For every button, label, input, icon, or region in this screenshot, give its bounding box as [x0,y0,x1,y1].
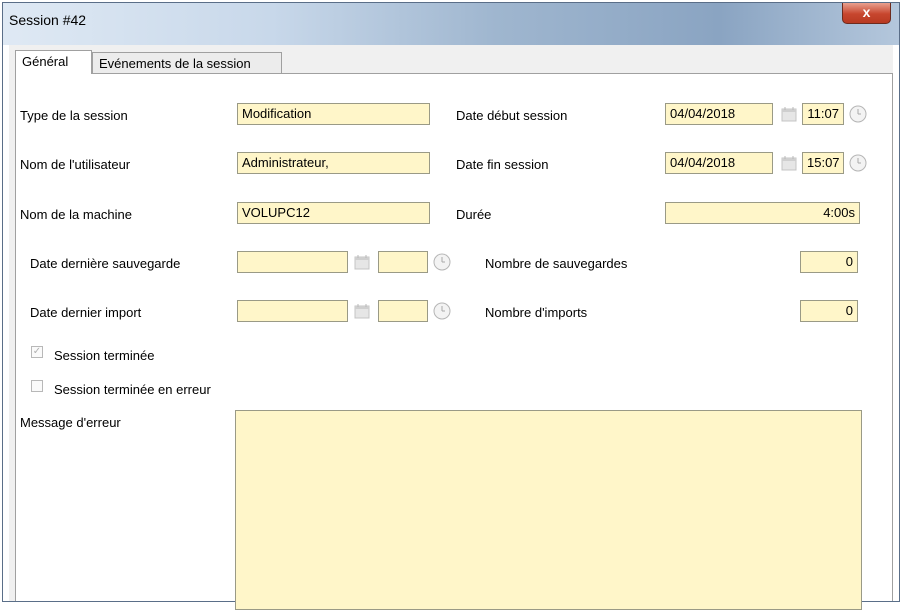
tab-session-events[interactable]: Evénements de la session [92,52,282,74]
start-calendar-icon[interactable] [781,106,797,122]
last-import-label: Date dernier import [30,305,142,320]
dialog-client-area: Général Evénements de la session Type de… [9,45,893,610]
error-message-label: Message d'erreur [20,415,121,430]
last-import-time-field[interactable] [378,300,428,322]
tab-general[interactable]: Général [15,50,92,74]
last-import-date-field[interactable] [237,300,348,322]
tab-general-label: Général [22,54,69,69]
end-calendar-icon[interactable] [781,155,797,171]
end-date-field[interactable]: 04/04/2018 [665,152,773,174]
end-clock-icon[interactable] [849,154,867,172]
tab-session-events-label: Evénements de la session [99,56,251,71]
window-title: Session #42 [9,12,87,28]
start-clock-icon[interactable] [849,105,867,123]
start-date-label: Date début session [456,108,568,123]
machine-name-field[interactable]: VOLUPC12 [237,202,430,224]
last-save-calendar-icon[interactable] [354,254,370,270]
last-save-label: Date dernière sauvegarde [30,256,181,271]
import-count-label: Nombre d'imports [485,305,588,320]
import-count-field[interactable]: 0 [800,300,858,322]
close-icon: x [862,4,871,20]
user-name-field[interactable]: Administrateur, [237,152,430,174]
last-save-date-field[interactable] [237,251,348,273]
duration-label: Durée [456,207,492,222]
last-save-clock-icon[interactable] [433,253,451,271]
user-name-label: Nom de l'utilisateur [20,157,131,172]
session-done-label: Session terminée [54,348,155,363]
general-tab-panel: Type de la session Modification Date déb… [15,73,893,610]
last-import-calendar-icon[interactable] [354,303,370,319]
session-done-checkbox[interactable]: ✓ [31,346,43,358]
session-window: Session #42 x Général Evénements de la s… [2,2,900,610]
close-button[interactable]: x [842,3,891,24]
start-date-field[interactable]: 04/04/2018 [665,103,773,125]
save-count-label: Nombre de sauvegardes [485,256,628,271]
machine-name-label: Nom de la machine [20,207,132,222]
start-time-field[interactable]: 11:07 [802,103,844,125]
end-time-field[interactable]: 15:07 [802,152,844,174]
error-message-textarea[interactable] [235,410,862,610]
duration-field[interactable]: 4:00s [665,202,860,224]
save-count-field[interactable]: 0 [800,251,858,273]
title-bar[interactable]: Session #42 x [3,3,899,45]
session-type-label: Type de la session [20,108,128,123]
session-error-checkbox[interactable] [31,380,43,392]
session-error-label: Session terminée en erreur [54,382,211,397]
last-save-time-field[interactable] [378,251,428,273]
end-date-label: Date fin session [456,157,549,172]
session-type-field[interactable]: Modification [237,103,430,125]
last-import-clock-icon[interactable] [433,302,451,320]
